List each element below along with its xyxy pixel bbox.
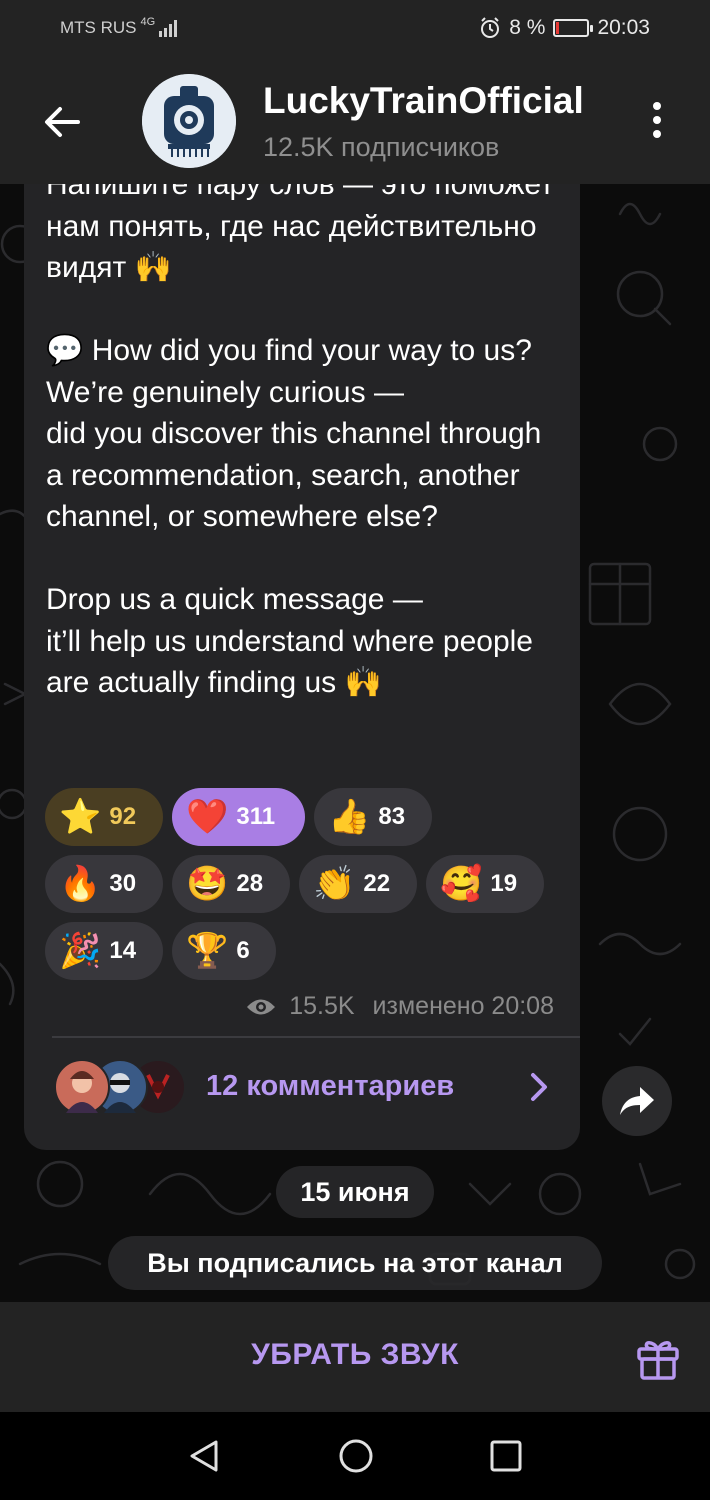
reaction-trophy[interactable]: 🏆 6 [172, 922, 276, 980]
clock: 20:03 [597, 16, 650, 39]
reaction-count: 30 [109, 870, 137, 897]
network-label: 4G [140, 16, 156, 28]
bottom-bar: УБРАТЬ ЗВУК [0, 1302, 710, 1412]
fire-icon: 🔥 [59, 865, 102, 903]
reactions-bar: ⭐ 92 ❤️ 311 👍 83 🔥 30 🤩 28 👏 22 🥰 19 🎉 14 🏆 6 [45, 788, 565, 989]
battery-percent: 8 % [509, 16, 546, 39]
chat-area[interactable]: Напишите пару слов — это поможет нам пон… [0, 184, 710, 1302]
reaction-count: 22 [363, 870, 391, 897]
trophy-icon: 🏆 [186, 932, 229, 970]
eye-icon [247, 999, 276, 1014]
reaction-party[interactable]: 🎉 14 [45, 922, 163, 980]
party-popper-icon: 🎉 [59, 932, 102, 970]
back-arrow-icon[interactable] [40, 100, 84, 144]
channel-avatar[interactable] [142, 74, 236, 168]
reaction-thumbs-up[interactable]: 👍 83 [314, 788, 432, 846]
chat-header: LuckyTrainOfficial 12.5K подписчиков [0, 60, 710, 184]
nav-home-icon[interactable] [338, 1438, 374, 1474]
system-message: Вы подписались на этот канал [108, 1236, 602, 1290]
reaction-count: 28 [236, 870, 264, 897]
reaction-count: 6 [236, 937, 250, 964]
carrier-label: MTS RUS [60, 18, 137, 37]
reaction-count: 14 [109, 937, 137, 964]
status-right: 8 % 20:03 [479, 16, 650, 40]
post-meta: 15.5K изменено 20:08 [245, 992, 554, 1021]
reaction-count: 19 [490, 870, 518, 897]
heart-icon: ❤️ [186, 798, 229, 836]
share-icon [620, 1087, 654, 1115]
reaction-heart[interactable]: ❤️ 311 [172, 788, 305, 846]
edited-label: изменено 20:08 [372, 992, 554, 1020]
nav-recents-icon[interactable] [490, 1440, 522, 1472]
comments-button[interactable]: 12 комментариев [54, 1052, 564, 1122]
comments-count-label: 12 комментариев [206, 1070, 455, 1102]
more-icon[interactable] [644, 102, 670, 142]
reaction-count: 311 [236, 803, 276, 830]
star-icon: ⭐ [59, 798, 102, 836]
battery-icon [553, 19, 594, 37]
reaction-count: 92 [109, 803, 137, 830]
avatar [54, 1059, 110, 1115]
star-struck-icon: 🤩 [186, 865, 229, 903]
mute-button[interactable]: УБРАТЬ ЗВУК [0, 1338, 710, 1372]
nav-back-icon[interactable] [186, 1438, 222, 1474]
status-bar: MTS RUS 4G 8 % 20:03 [0, 0, 710, 60]
share-button[interactable] [602, 1066, 672, 1136]
alarm-icon [481, 17, 500, 38]
reaction-fire[interactable]: 🔥 30 [45, 855, 163, 913]
smiling-hearts-icon: 🥰 [440, 865, 483, 903]
gift-icon[interactable] [634, 1334, 682, 1382]
reaction-smiling-hearts[interactable]: 🥰 19 [426, 855, 544, 913]
train-logo-icon [142, 74, 236, 168]
channel-title[interactable]: LuckyTrainOfficial [263, 80, 584, 122]
reaction-star[interactable]: ⭐ 92 [45, 788, 163, 846]
post-text: Напишите пару слов — это поможет нам пон… [46, 184, 554, 699]
chevron-right-icon [531, 1073, 547, 1101]
clap-icon: 👏 [313, 865, 356, 903]
reaction-clap[interactable]: 👏 22 [299, 855, 417, 913]
view-count: 15.5K [289, 992, 355, 1020]
channel-post-bubble[interactable]: Напишите пару слов — это поможет нам пон… [24, 184, 580, 1150]
status-left: MTS RUS 4G [60, 16, 181, 38]
system-nav-bar [0, 1412, 710, 1500]
reaction-count: 83 [378, 803, 406, 830]
divider [52, 1036, 580, 1038]
thumbs-up-icon: 👍 [328, 798, 371, 836]
date-separator: 15 июня [276, 1166, 434, 1218]
subscriber-count: 12.5K подписчиков [263, 132, 500, 162]
reaction-star-struck[interactable]: 🤩 28 [172, 855, 290, 913]
signal-icon [159, 20, 178, 37]
